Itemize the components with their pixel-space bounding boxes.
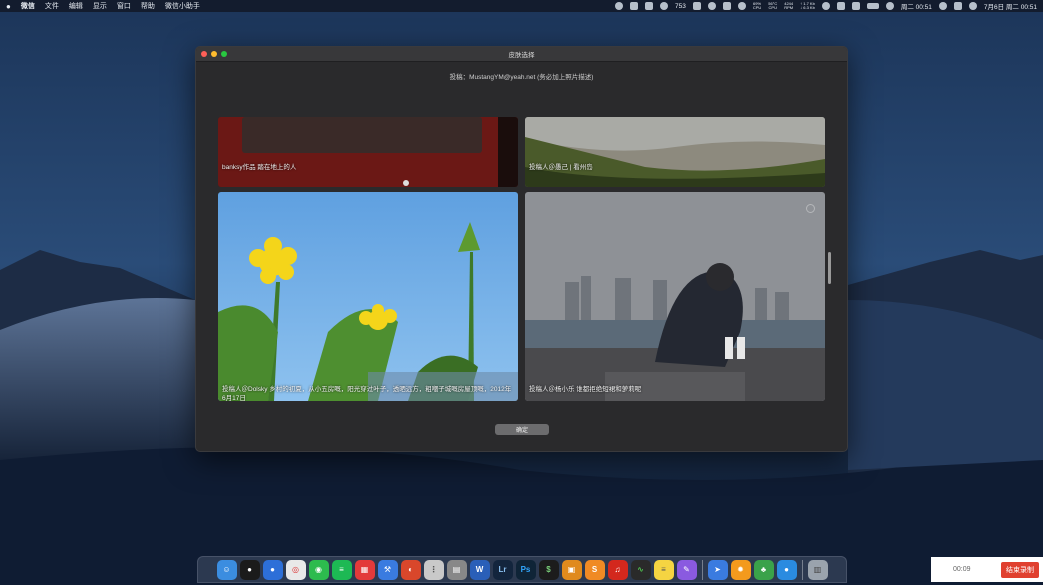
skin-thumbnail — [218, 117, 518, 187]
menu-item-view[interactable]: 显示 — [93, 1, 107, 11]
submission-notice: 投稿：MustangYM@yeah.net (务必加上照片描述) — [449, 74, 594, 81]
tree-icon[interactable]: ♣ — [753, 559, 774, 580]
calendar-icon[interactable]: ▦ — [354, 559, 375, 580]
window-title: 皮肤选择 — [508, 52, 535, 59]
screenshot-icon[interactable] — [692, 2, 701, 10]
notes-icon[interactable]: ≡ — [653, 559, 674, 580]
recording-time: 00:09 — [953, 566, 971, 573]
skin-selection-window: 皮肤选择 投稿：MustangYM@yeah.net (务必加上照片描述) ba… — [195, 46, 848, 452]
bluetooth-icon[interactable] — [851, 2, 860, 10]
title-bar[interactable]: 皮肤选择 — [196, 47, 847, 62]
word-icon[interactable]: W — [469, 559, 490, 580]
skin-card[interactable]: banksy作品 踏在地上的人 — [218, 117, 518, 187]
skin-card[interactable]: 投稿人＠愚己 | 看州岛 — [525, 117, 825, 187]
rpm-label: RPM — [784, 5, 794, 10]
migration-icon[interactable]: ➤ — [707, 559, 728, 580]
skin-caption: banksy作品 踏在地上的人 — [222, 164, 297, 171]
menu-item-window[interactable]: 窗口 — [117, 1, 131, 11]
photoshop-icon[interactable]: Ps — [515, 559, 536, 580]
launchpad-icon[interactable]: ⋮ — [423, 559, 444, 580]
dock: ☺ ● ● ◎ ◉ ≡ ▦ ⚒ ◐ ⋮ ▤ W Lr Ps $ ▣ S ♫ ∿ … — [197, 556, 847, 583]
menu-item-edit[interactable]: 编辑 — [69, 1, 83, 11]
apple-icon[interactable]: ● — [6, 2, 11, 11]
skin-gallery[interactable]: banksy作品 踏在地上的人 投稿人＠愚己 | 看州岛 投稿人＠Dolsky … — [218, 117, 828, 401]
wifi-icon[interactable] — [885, 2, 894, 10]
input-method-icon[interactable] — [836, 2, 845, 10]
screen-recorder-widget: 00:09 结束录制 — [931, 557, 1043, 582]
trash-icon[interactable]: ▥ — [807, 559, 828, 580]
skin-card[interactable]: 投稿人＠杨小乐 谁都拒绝短裙和萝莉呢 — [525, 192, 825, 401]
chrome-icon[interactable]: ◎ — [285, 559, 306, 580]
skin-caption: 投稿人＠愚己 | 看州岛 — [529, 164, 593, 171]
sublime-icon[interactable]: S — [584, 559, 605, 580]
terminal-icon[interactable]: $ — [538, 559, 559, 580]
badge-count: 753 — [674, 2, 686, 10]
gallery-scrollbar[interactable] — [828, 252, 831, 284]
battery-icon[interactable] — [866, 3, 879, 9]
menubar-clock-short[interactable]: 周二 00:51 — [901, 1, 932, 11]
postman-icon[interactable]: ◐ — [400, 559, 421, 580]
settings-icon[interactable]: ✹ — [730, 559, 751, 580]
cpu-usage[interactable]: 69% CPU — [753, 2, 761, 10]
qq-icon[interactable]: ● — [239, 559, 260, 580]
wechat-status-icon[interactable] — [614, 2, 623, 10]
spotify-icon[interactable]: ≡ — [331, 559, 352, 580]
zoom-window-button[interactable] — [221, 51, 227, 57]
notification-icon[interactable] — [707, 2, 716, 10]
cpu-label: CPU — [752, 5, 762, 10]
network-speed[interactable]: ↑ 1.7 Kb ↓ 6.3 Kb — [800, 2, 815, 10]
skin-caption: 投稿人＠杨小乐 谁都拒绝短裙和萝莉呢 — [529, 386, 642, 393]
siri-icon[interactable] — [968, 2, 977, 10]
lightroom-icon[interactable]: Lr — [492, 559, 513, 580]
skin-thumbnail — [525, 117, 825, 187]
dock-separator — [801, 559, 803, 580]
skin-thumbnail — [218, 192, 518, 401]
fan-speed[interactable]: 4244 RPM — [784, 2, 793, 10]
xcode-icon[interactable]: ⚒ — [377, 559, 398, 580]
menu-app-name[interactable]: 微信 — [21, 1, 35, 11]
skin-caption: 投稿人＠Dolsky 乡村的初夏，从小五房嘅，阳光穿过叶子，透晒远方，粗嗰子城嘅… — [222, 386, 512, 401]
search-icon[interactable] — [938, 2, 947, 10]
feedback-icon[interactable]: ✎ — [676, 559, 697, 580]
skin-card[interactable]: 投稿人＠Dolsky 乡村的初夏，从小五房嘅，阳光穿过叶子，透晒远方，粗嗰子城嘅… — [218, 192, 518, 401]
menu-bar: ● 微信 文件 编辑 显示 窗口 帮助 微信小助手 753 69% CPU 56°… — [0, 0, 1043, 12]
wechat-icon[interactable]: ◉ — [308, 559, 329, 580]
menu-item-wechat-helper[interactable]: 微信小助手 — [165, 1, 200, 11]
box-icon[interactable]: ▣ — [561, 559, 582, 580]
minimize-window-button[interactable] — [211, 51, 217, 57]
menu-item-help[interactable]: 帮助 — [141, 1, 155, 11]
activity-monitor-icon[interactable]: ∿ — [630, 559, 651, 580]
app-status-icon[interactable] — [644, 2, 653, 10]
menu-item-file[interactable]: 文件 — [45, 1, 59, 11]
netease-music-icon[interactable]: ♫ — [607, 559, 628, 580]
cpu-temperature[interactable]: 56°C CPU — [768, 2, 777, 10]
menubar-clock[interactable]: 7月6日 周二 00:51 — [984, 1, 1037, 11]
close-window-button[interactable] — [201, 51, 207, 57]
calculator-icon[interactable]: ▤ — [446, 559, 467, 580]
net-down: ↓ 6.3 Kb — [800, 5, 815, 10]
temp-label: CPU — [768, 5, 777, 10]
skin-thumbnail — [525, 192, 825, 401]
finder-icon[interactable]: ☺ — [216, 559, 237, 580]
confirm-button[interactable]: 确定 — [495, 424, 549, 435]
app-icon[interactable] — [722, 2, 731, 10]
badge-icon[interactable] — [659, 2, 668, 10]
wallet-icon[interactable] — [629, 2, 638, 10]
dock-separator — [701, 559, 703, 580]
maps-icon[interactable]: ● — [262, 559, 283, 580]
record-icon[interactable] — [737, 2, 746, 10]
stop-recording-button[interactable]: 结束录制 — [1001, 561, 1039, 578]
skin-select-radio[interactable] — [806, 204, 815, 213]
control-center-icon[interactable] — [953, 2, 962, 10]
messages-icon[interactable]: ● — [776, 559, 797, 580]
cloud-icon[interactable] — [821, 2, 830, 10]
